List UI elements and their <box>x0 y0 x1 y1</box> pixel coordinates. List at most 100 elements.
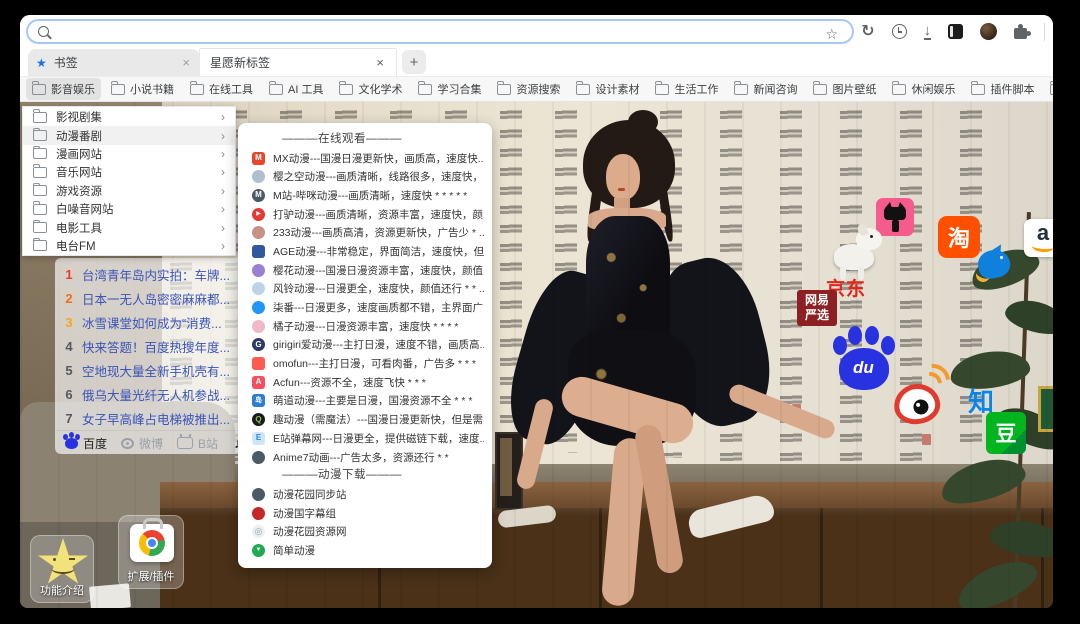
site-juzi[interactable]: 橘子动漫---日漫资源丰富，速度快 * * * * <box>238 317 492 336</box>
site-girigiri[interactable]: Ggirigiri爱动漫---主打日漫，速度不错，画质高... <box>238 336 492 355</box>
site-dalv[interactable]: ▶ 打驴动漫---画质清晰，资源丰富，速度快，颜... <box>238 205 492 224</box>
history-icon[interactable] <box>891 24 907 39</box>
refresh-icon[interactable]: ↻ <box>861 23 874 40</box>
site-233[interactable]: 233动漫---画质高清，资源更新快，广告少 * ... <box>238 223 492 242</box>
taobao-icon[interactable]: 淘 <box>938 216 980 258</box>
hot-item[interactable]: 5 空地现大量全新手机壳有... <box>55 358 251 382</box>
bookmark-folder-10[interactable]: 图片壁纸 <box>807 78 882 100</box>
star-wink-eye <box>69 558 75 560</box>
neck <box>614 198 630 212</box>
folder-icon <box>33 127 47 142</box>
close-icon[interactable]: × <box>374 55 386 70</box>
chrome-store-icon <box>130 518 174 562</box>
site-fengling[interactable]: 风铃动漫---日漫更全，速度快，颜值还行 * * ... <box>238 280 492 299</box>
feature-intro-shortcut[interactable]: 功能介绍 <box>30 535 94 603</box>
chevron-right-icon: › <box>221 183 225 198</box>
menu-item-games[interactable]: 游戏资源 › <box>23 182 235 200</box>
site-mx[interactable]: M MX动漫---国漫日漫更新快，画质高，速度快... <box>238 149 492 168</box>
chevron-right-icon: › <box>221 220 225 235</box>
dl-huayuan-res[interactable]: ◎ 动漫花园资源网 <box>238 522 492 541</box>
menu-item-radio-fm[interactable]: 电台FM › <box>23 237 235 255</box>
folder-icon <box>33 201 47 215</box>
menu-item-anime[interactable]: 动漫番剧 › <box>23 126 235 145</box>
menu-item-film-series[interactable]: 影视剧集 › <box>23 108 235 126</box>
seal-stamp <box>792 404 801 415</box>
menu-item-manga[interactable]: 漫画网站 › <box>23 145 235 163</box>
site-omofun[interactable]: omofun---主打日漫，可看肉番，广告多 * * * <box>238 354 492 373</box>
bookmark-folder-4[interactable]: 文化学术 <box>333 78 408 100</box>
extensions-shortcut[interactable]: 扩展/插件 <box>118 515 184 589</box>
bookmark-folder-3[interactable]: AI 工具 <box>263 78 329 100</box>
bookmark-folder-12[interactable]: 插件脚本 <box>965 78 1040 100</box>
menu-item-whitenoise[interactable]: 白噪音网站 › <box>23 200 235 218</box>
bookmark-folder-0[interactable]: 影音娱乐 <box>26 78 101 100</box>
site-yinghua[interactable]: 樱花动漫---国漫日漫资源丰富，速度快，颜值... <box>238 261 492 280</box>
hot-item[interactable]: 2 日本一无人岛密密麻麻都... <box>55 286 251 310</box>
dl-guozimuzu[interactable]: 动漫国字幕组 <box>238 504 492 523</box>
douban-icon[interactable]: 豆 <box>986 412 1026 454</box>
extensions-icon[interactable] <box>1014 24 1031 39</box>
site-label: MX动漫---国漫日漫更新快，画质高，速度快... <box>273 152 484 165</box>
bookmark-folder-menu: 影视剧集 › 动漫番剧 › 漫画网站 › 音乐网站 › 游戏资源 › 白噪音网站 › 电影工… <box>22 106 236 256</box>
tab-new-tab-page[interactable]: 星愿新标签 × <box>200 49 396 76</box>
site-yingzhikong[interactable]: 樱之空动漫---画质清晰，线路很多，速度快，... <box>238 167 492 186</box>
site-favicon: A <box>252 375 265 389</box>
bookmark-folder-8[interactable]: 生活工作 <box>649 78 724 100</box>
new-tab-button[interactable]: + <box>402 50 426 74</box>
dl-huayuan-sync[interactable]: 动漫花园同步站 <box>238 485 492 504</box>
site-qudongman[interactable]: Q 趣动漫（需魔法）---国漫日漫更新快，但是需... <box>238 410 492 429</box>
tab-weibo[interactable]: 微博 <box>121 435 163 452</box>
weibo-icon[interactable] <box>890 357 957 430</box>
yanxuan-icon[interactable]: 网易严选 <box>797 290 837 326</box>
menu-label: 影视剧集 <box>56 112 102 125</box>
taobao-char: 淘 <box>947 226 970 251</box>
hot-item[interactable]: 7 女子早高峰占电梯被推出... <box>55 406 251 430</box>
baidu-paw-icon[interactable]: du <box>831 326 897 392</box>
site-favicon: E <box>252 431 265 445</box>
folder-icon <box>33 164 47 178</box>
site-label: M站-哔咪动漫---画质清晰，速度快 * * * * * <box>273 189 468 202</box>
tab-bookmarks[interactable]: ★ 书签 × <box>28 49 200 76</box>
menu-item-movie-tools[interactable]: 电影工具 › <box>23 218 235 236</box>
bookmark-folder-11[interactable]: 休闲娱乐 <box>886 78 961 100</box>
bookmark-folder-1[interactable]: 小说书籍 <box>105 78 180 100</box>
jd-icon[interactable]: 京东 <box>820 222 890 300</box>
bookmark-label: 生活工作 <box>674 84 719 96</box>
hot-item[interactable]: 3 冰雪课堂如何成为“消费... <box>55 310 251 334</box>
close-icon[interactable]: × <box>180 55 192 70</box>
site-mengdao[interactable]: 岛萌道动漫---主要是日漫，国漫资源不全 * * * <box>238 392 492 411</box>
tab-baidu[interactable]: 百度 <box>63 433 107 452</box>
site-age[interactable]: AGE动漫---非常稳定，界面简洁，速度快，但... <box>238 242 492 261</box>
site-mzhan[interactable]: M M站-哔咪动漫---画质清晰，速度快 * * * * * <box>238 186 492 205</box>
bookmark-folder-13[interactable]: 探索未知 <box>1044 78 1053 100</box>
site-favicon: 岛 <box>252 394 265 408</box>
site-favicon <box>252 450 265 464</box>
bookmark-folder-9[interactable]: 新闻咨询 <box>728 78 803 100</box>
hot-title: 冰雪课堂如何成为“消费... <box>82 316 222 331</box>
hot-item[interactable]: 4 快来答题！百度热搜年度... <box>55 334 251 358</box>
hot-item[interactable]: 1 台湾青年岛内实拍：车牌... <box>55 262 251 286</box>
site-qifan[interactable]: 柒番---日漫更多，速度画质都不错，主界面广... <box>238 298 492 317</box>
bookmark-folder-6[interactable]: 资源搜索 <box>491 78 566 100</box>
profile-avatar[interactable] <box>980 23 997 40</box>
amazon-icon[interactable]: a <box>1024 219 1053 257</box>
bookmark-folder-2[interactable]: 在线工具 <box>184 78 259 100</box>
sidebar-app-icon[interactable] <box>948 24 963 39</box>
calligraphy-scroll <box>720 108 742 488</box>
bookmark-folder-7[interactable]: 设计素材 <box>570 78 645 100</box>
site-anime7[interactable]: Anime7动画---广告太多，资源还行 * * <box>238 448 492 467</box>
dl-jiandan[interactable]: ▼ 简单动漫 <box>238 541 492 560</box>
site-ezhan[interactable]: E E站弹幕网---日漫更全，提供磁链下载，速度... <box>238 429 492 448</box>
tab-bilibili[interactable]: B站 <box>177 435 218 452</box>
address-bar[interactable]: ☆ <box>26 19 854 44</box>
tab-label: B站 <box>198 436 219 451</box>
address-input[interactable] <box>49 23 852 40</box>
bookmark-star-icon[interactable]: ☆ <box>825 26 838 43</box>
site-acfun[interactable]: A Acfun---资源不全，速度飞快 * * * <box>238 373 492 392</box>
bookmark-folder-5[interactable]: 学习合集 <box>412 78 487 100</box>
tab-label: 微博 <box>139 436 164 451</box>
hot-item[interactable]: 6 俄乌大量光纤无人机参战... <box>55 382 251 406</box>
menu-item-music[interactable]: 音乐网站 › <box>23 163 235 181</box>
download-icon[interactable]: ↓ <box>923 23 931 40</box>
dolphin-icon[interactable] <box>974 242 1014 284</box>
